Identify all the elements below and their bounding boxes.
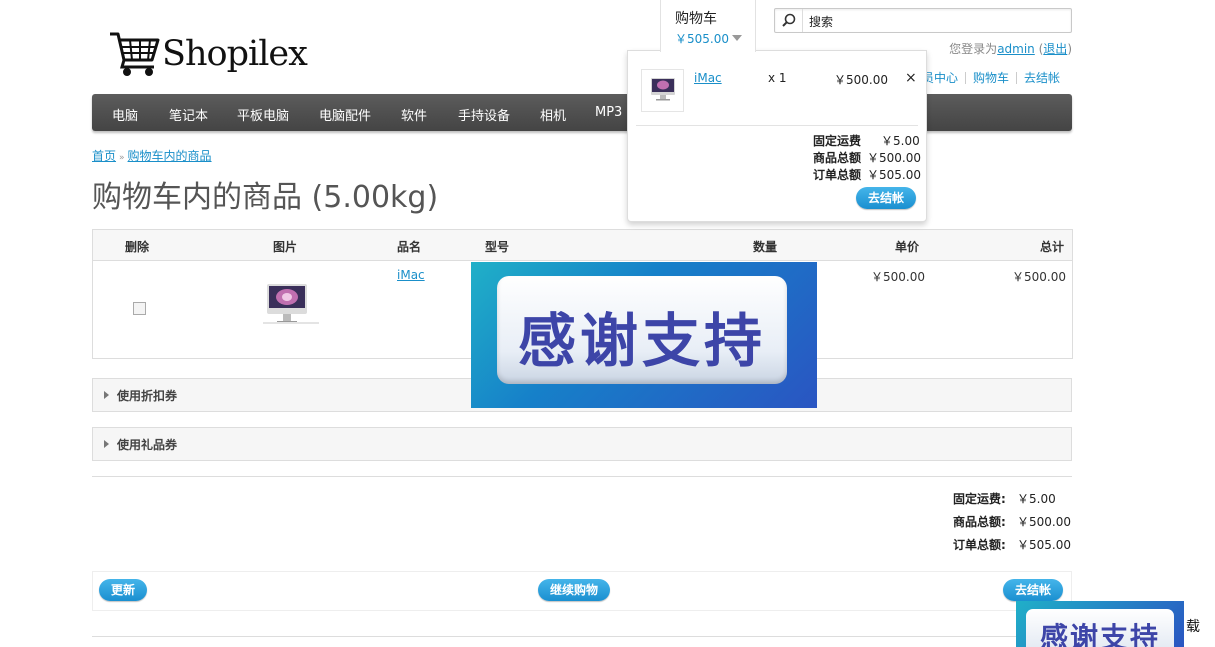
- nav-item-computer[interactable]: 电脑: [112, 105, 138, 124]
- col-total: 总计: [1039, 240, 1064, 254]
- col-name: 品名: [397, 240, 422, 254]
- nav-item-laptop[interactable]: 笔记本: [169, 105, 208, 124]
- search-box: [774, 8, 1072, 33]
- chevron-right-icon: [104, 391, 109, 399]
- mini-subtotal-label: 商品总额: [813, 151, 862, 165]
- nav-item-camera[interactable]: 相机: [540, 105, 566, 124]
- login-prefix: 您登录为: [949, 42, 998, 56]
- delete-checkbox[interactable]: [133, 302, 146, 315]
- col-price: 单价: [895, 240, 920, 254]
- logo-text: Shopilex: [162, 34, 308, 74]
- search-input[interactable]: [807, 11, 1061, 31]
- mini-shipping-label: 固定运费: [813, 134, 862, 148]
- username-link[interactable]: admin: [997, 42, 1035, 56]
- nav-item-handheld[interactable]: 手持设备: [458, 105, 510, 124]
- login-paren-close: ): [1067, 42, 1072, 56]
- chevron-down-icon[interactable]: [732, 35, 742, 41]
- mini-checkout-button[interactable]: 去结帐: [856, 187, 917, 209]
- overlay-plate: 感谢支持: [497, 276, 787, 384]
- totals-values: ￥5.00 ￥500.00 ￥505.00: [1017, 490, 1071, 559]
- mini-total-label: 订单总额: [813, 168, 862, 182]
- col-model: 型号: [485, 240, 510, 254]
- col-delete: 删除: [125, 240, 150, 254]
- shopping-cart-icon: [110, 32, 160, 76]
- cart-tab-amount: ￥505.00: [675, 32, 729, 46]
- mini-cart-item-price: ￥500.00: [834, 73, 888, 87]
- voucher-section[interactable]: 使用礼品券: [92, 427, 1072, 461]
- mini-total-value: ￥505.00: [867, 168, 921, 182]
- cart-tab[interactable]: 购物车 ￥505.00: [660, 0, 756, 52]
- logout-link[interactable]: 退出: [1043, 42, 1067, 56]
- shipping-value: ￥5.00: [1017, 492, 1056, 506]
- nav-item-accessories[interactable]: 电脑配件: [319, 105, 371, 124]
- mini-cart-dropdown: iMac x 1 ￥500.00 × 固定运费 商品总额 订单总额 ￥5.00 …: [627, 50, 927, 222]
- subtotal-value: ￥500.00: [1017, 515, 1071, 529]
- totals-labels: 固定运费: 商品总额: 订单总额:: [953, 490, 1006, 559]
- grand-total-value: ￥505.00: [1017, 538, 1071, 552]
- login-status: 您登录为admin (退出): [949, 40, 1072, 57]
- cart-link[interactable]: 购物车: [973, 71, 1009, 85]
- table-header: 删除 图片 品名 型号 数量 单价 总计: [93, 230, 1072, 261]
- coupon-label: 使用折扣券: [117, 389, 178, 403]
- account-center-link[interactable]: 员中心: [922, 71, 958, 85]
- breadcrumb-home[interactable]: 首页: [92, 149, 116, 163]
- breadcrumb: 首页» 购物车内的商品: [92, 147, 212, 164]
- shop-logo[interactable]: Shopilex: [108, 30, 308, 78]
- mini-cart-item-qty: x 1: [768, 71, 787, 85]
- col-image: 图片: [273, 240, 298, 254]
- shipping-label: 固定运费:: [953, 492, 1006, 506]
- unit-price: ￥500.00: [871, 270, 925, 284]
- divider: [636, 125, 918, 126]
- checkout-button[interactable]: 去结帐: [1003, 579, 1064, 601]
- search-icon[interactable]: [775, 9, 803, 32]
- update-button[interactable]: 更新: [99, 579, 148, 601]
- cart-actions: 更新 继续购物 去结帐: [92, 571, 1072, 611]
- col-qty: 数量: [753, 240, 778, 254]
- divider: [92, 636, 1072, 637]
- mini-subtotal-value: ￥500.00: [867, 151, 921, 165]
- divider: [965, 72, 967, 84]
- subtotal-label: 商品总额:: [953, 515, 1006, 529]
- checkout-link[interactable]: 去结帐: [1024, 71, 1060, 85]
- account-links: 员中心 购物车 去结帐: [922, 69, 1060, 86]
- overlay-small-text: 感谢支持: [1039, 621, 1160, 647]
- overlay-small-plate: 感谢支持: [1026, 609, 1174, 647]
- breadcrumb-separator: »: [119, 153, 125, 163]
- overlay-text: 感谢支持: [517, 307, 766, 375]
- cart-tab-title: 购物车: [675, 11, 717, 27]
- continue-shopping-button[interactable]: 继续购物: [538, 579, 611, 601]
- chevron-right-icon: [104, 440, 109, 448]
- breadcrumb-current[interactable]: 购物车内的商品: [128, 149, 212, 163]
- grand-total-label: 订单总额:: [953, 538, 1006, 552]
- divider: [92, 476, 1072, 477]
- edge-text: 载: [1186, 619, 1200, 635]
- remove-icon[interactable]: ×: [905, 70, 917, 86]
- mini-cart-item-name[interactable]: iMac: [694, 71, 722, 85]
- divider: [1016, 72, 1018, 84]
- mini-shipping-value: ￥5.00: [881, 134, 920, 148]
- mini-cart-thumbnail[interactable]: [641, 69, 684, 112]
- nav-item-software[interactable]: 软件: [401, 105, 427, 124]
- product-name-link[interactable]: iMac: [397, 268, 425, 282]
- imac-image[interactable]: [261, 282, 321, 330]
- nav-item-tablet[interactable]: 平板电脑: [237, 105, 289, 124]
- page-title: 购物车内的商品 (5.00kg): [92, 180, 439, 215]
- thanks-overlay-small: 感谢支持: [1016, 601, 1184, 647]
- voucher-label: 使用礼品券: [117, 438, 178, 452]
- nav-item-mp3[interactable]: MP3: [595, 105, 622, 120]
- line-total: ￥500.00: [1012, 270, 1066, 284]
- thanks-overlay-image: 感谢支持: [471, 262, 817, 408]
